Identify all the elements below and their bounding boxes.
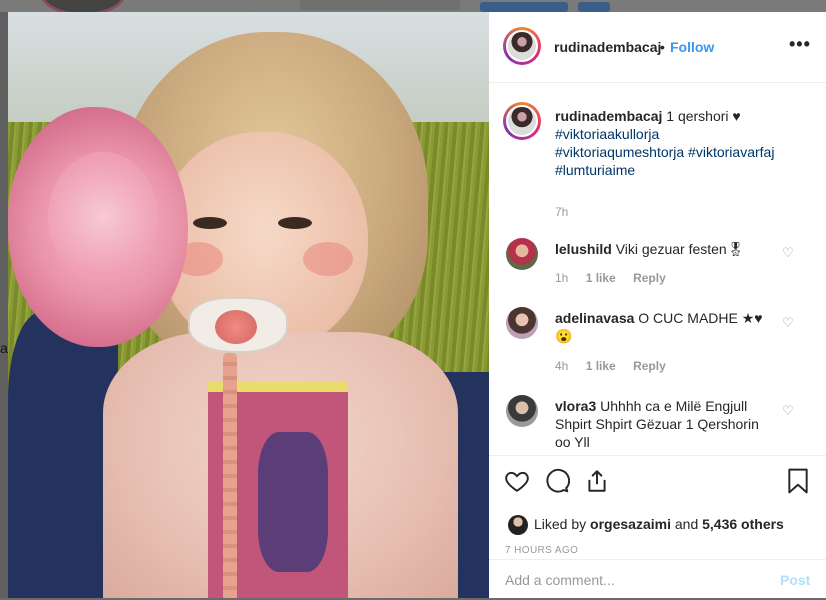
comment-username[interactable]: vlora3 [555, 398, 596, 414]
add-comment-bar: Post [489, 559, 826, 600]
background-follow-button [578, 2, 610, 12]
comment-text: adelinavasa O CUC MADHE ★♥ 😮 [555, 309, 770, 345]
comment-time[interactable]: 1h [555, 271, 568, 285]
post-timestamp[interactable]: 7 HOURS AGO [505, 545, 578, 556]
comment-avatar[interactable] [506, 395, 538, 427]
caption: rudinadembacaj 1 qershori ♥ #viktoriaaku… [555, 107, 805, 179]
heart-icon[interactable] [504, 468, 530, 498]
author-username[interactable]: rudinadembacaj [554, 39, 661, 55]
more-options-icon[interactable]: ••• [789, 34, 811, 55]
comment-text: lelushild Viki gezuar festen🎖 [555, 240, 770, 258]
comment-avatar[interactable] [506, 307, 538, 339]
caption-text: 1 qershori ♥ [666, 108, 741, 124]
likes-summary: Liked by orgesazaimi and 5,436 others [534, 516, 784, 532]
comment-time[interactable]: 4h [555, 359, 568, 373]
photo-sleeve-left [8, 312, 118, 598]
comment-input[interactable] [505, 572, 765, 588]
comment-like-icon[interactable]: ♡ [782, 245, 794, 261]
background-message-button [480, 2, 568, 12]
comment-icon[interactable] [544, 468, 571, 498]
comment-like-icon[interactable]: ♡ [782, 315, 794, 331]
photo-eye-left [193, 217, 227, 229]
photo-pacifier-center [215, 310, 257, 344]
photo-shirt-print [258, 432, 328, 572]
follow-button[interactable]: Follow [670, 39, 714, 55]
caption-avatar[interactable] [503, 102, 541, 140]
photo-flower-center [48, 152, 158, 282]
post-side-panel: rudinadembacaj • Follow ••• rudinadembac… [489, 12, 826, 598]
comment-meta: 1h 1 like Reply [555, 271, 680, 285]
share-icon[interactable] [584, 468, 610, 498]
likes-prefix: Liked by [534, 516, 587, 532]
photo-pacifier-clip [223, 352, 237, 598]
post-photo[interactable] [8, 12, 489, 598]
comment-like-icon[interactable]: ♡ [782, 403, 794, 419]
hashtag-link[interactable]: #viktoriaqumeshtorja #viktoriavarfaj [555, 143, 805, 161]
bookmark-icon[interactable] [786, 468, 810, 498]
comment-likes-count[interactable]: 1 like [586, 359, 616, 373]
comment-text: vlora3 Uhhhh ca e Milë Engjull Shpirt Sh… [555, 397, 770, 451]
avatar[interactable] [503, 27, 541, 65]
photo-cheek-right [303, 242, 353, 276]
liker-username[interactable]: orgesazaimi [590, 516, 671, 532]
photo-eye-right [278, 217, 312, 229]
likes-others-count[interactable]: 5,436 others [702, 516, 784, 532]
post-actions: Liked by orgesazaimi and 5,436 others 7 … [489, 455, 826, 599]
comments-list[interactable]: rudinadembacaj 1 qershori ♥ #viktoriaaku… [489, 83, 826, 455]
caption-username[interactable]: rudinadembacaj [555, 108, 662, 124]
post-button[interactable]: Post [780, 572, 810, 588]
comment-avatar[interactable] [506, 238, 538, 270]
comment-body: Viki gezuar festen🎖 [615, 241, 745, 257]
liker-avatar[interactable] [508, 515, 528, 535]
hashtag-link[interactable]: #viktoriaakullorja [555, 125, 805, 143]
comment-username[interactable]: adelinavasa [555, 310, 634, 326]
separator-dot: • [660, 39, 665, 55]
background-profile-name [300, 0, 460, 10]
comment-likes-count[interactable]: 1 like [586, 271, 616, 285]
comment-username[interactable]: lelushild [555, 241, 612, 257]
reply-button[interactable]: Reply [633, 271, 666, 285]
reply-button[interactable]: Reply [633, 359, 666, 373]
background-text-fragment: a [0, 340, 8, 356]
likes-and: and [674, 516, 699, 532]
comment-meta: 4h 1 like Reply [555, 359, 680, 373]
caption-time[interactable]: 7h [555, 205, 568, 219]
post-header: rudinadembacaj • Follow ••• [489, 12, 826, 83]
hashtag-link[interactable]: #lumturiaime [555, 161, 805, 179]
